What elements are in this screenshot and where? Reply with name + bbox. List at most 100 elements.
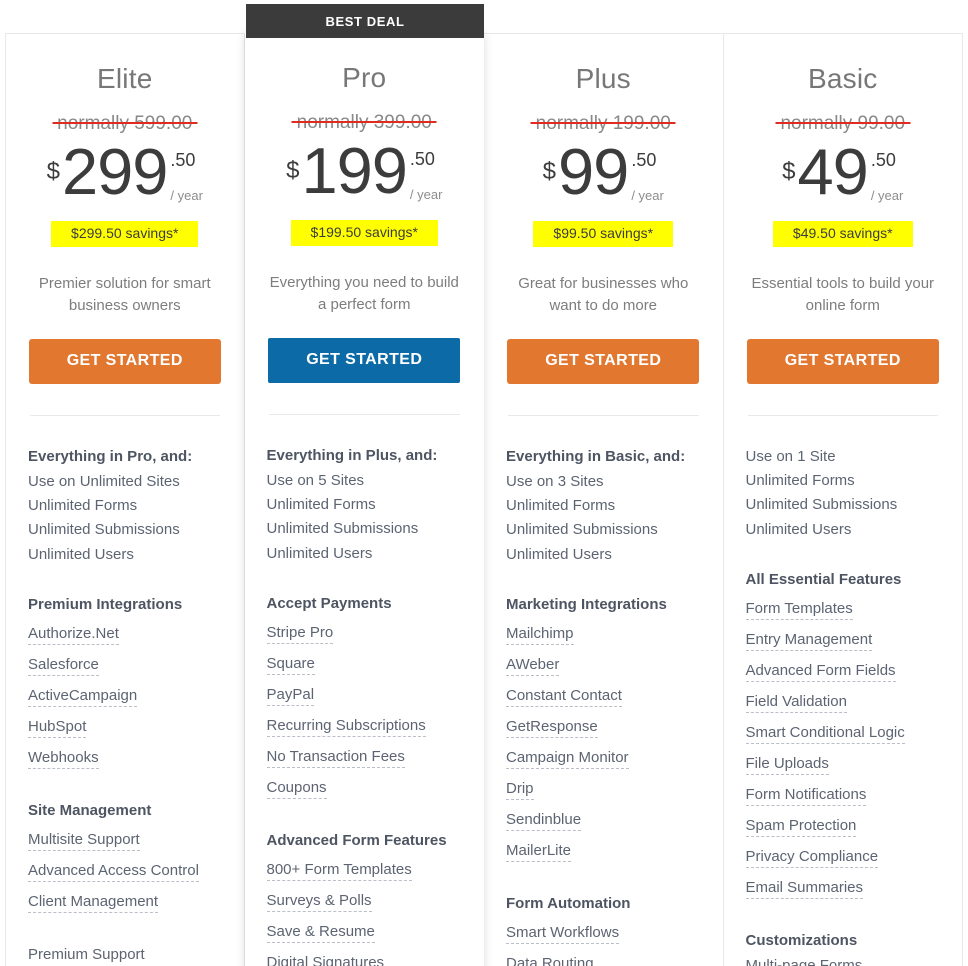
feature-item-link[interactable]: Authorize.Net <box>28 618 222 649</box>
feature-item: Use on Unlimited Sites <box>28 470 222 494</box>
feature-item-link[interactable]: Entry Management <box>745 624 941 655</box>
feature-group: Form Automation Smart Workflows Data Routi… <box>506 892 701 966</box>
get-started-button[interactable]: GET STARTED <box>507 338 700 384</box>
feature-item-link[interactable]: No Transaction Fees <box>266 741 463 772</box>
feature-item-link[interactable]: Digital Signatures <box>266 947 463 966</box>
savings-wrap: $299.50 savings* <box>24 220 226 248</box>
feature-item-link[interactable]: Field Validation <box>745 686 941 717</box>
feature-item-label: Unlimited Forms <box>745 472 855 490</box>
feature-item-label: Authorize.Net <box>28 624 119 645</box>
feature-item-link[interactable]: Spam Protection <box>745 810 941 841</box>
best-deal-banner: BEST DEAL <box>246 4 484 38</box>
feature-item-link[interactable]: ActiveCampaign <box>28 680 222 711</box>
price-amount: 99 <box>558 134 629 208</box>
feature-item-link[interactable]: MailerLite <box>506 835 701 866</box>
feature-item-label: Unlimited Users <box>506 545 612 563</box>
feature-group: Everything in Basic, and: Use on 3 Sites U… <box>506 445 701 567</box>
feature-item-link[interactable]: PayPal <box>266 679 463 710</box>
feature-item-link[interactable]: Privacy Compliance <box>745 841 941 872</box>
plan-description: Premier solution for smart business owne… <box>38 275 211 315</box>
price-cents: .50 <box>409 148 435 169</box>
feature-item-link[interactable]: Square <box>266 648 463 679</box>
feature-item-label: Unlimited Forms <box>506 497 616 515</box>
feature-item-label: Use on 5 Sites <box>266 471 365 489</box>
feature-item-link[interactable]: Multisite Support <box>28 824 222 855</box>
feature-item: Unlimited Forms <box>28 494 222 518</box>
strikethrough-line <box>530 122 676 125</box>
feature-group: Site Management Multisite Support Advanced… <box>28 799 222 917</box>
feature-item-label: Unlimited Users <box>28 545 134 563</box>
feature-item-link[interactable]: Advanced Access Control <box>28 855 222 886</box>
feature-item-link[interactable]: Constant Contact <box>506 680 701 711</box>
feature-list: Everything in Basic, and: Use on 3 Sites U… <box>502 445 705 966</box>
feature-item-link[interactable]: 800+ Form Templates <box>266 854 463 885</box>
feature-item-label: Advanced Form Fields <box>745 662 896 683</box>
feature-item-link[interactable]: File Uploads <box>745 748 941 779</box>
feature-item-link[interactable]: AWeber <box>506 649 701 680</box>
feature-group-heading: Advanced Form Features <box>266 832 447 850</box>
feature-item: Use on 5 Sites <box>267 469 463 493</box>
feature-item-label: Unlimited Submissions <box>28 521 180 539</box>
feature-group-heading: All Essential Features <box>745 570 902 588</box>
feature-item-link[interactable]: Form Notifications <box>745 779 941 810</box>
feature-item: Unlimited Forms <box>746 469 941 493</box>
feature-item-link[interactable]: Salesforce <box>28 649 222 680</box>
feature-item-link[interactable]: Save & Resume <box>266 916 463 947</box>
strikethrough-line <box>775 122 911 125</box>
get-started-button[interactable]: GET STARTED <box>746 338 939 384</box>
price-cents: .50 <box>631 149 657 170</box>
feature-group-heading: Everything in Plus, and: <box>266 446 438 464</box>
feature-item: Unlimited Submissions <box>28 518 222 542</box>
feature-item: Use on 1 Site <box>746 445 941 469</box>
feature-item-link[interactable]: Data Routing <box>506 948 701 966</box>
feature-item-link[interactable]: GetResponse <box>506 711 701 742</box>
feature-group-heading: Marketing Integrations <box>506 595 667 613</box>
billing-period: / year <box>170 187 203 203</box>
get-started-button[interactable]: GET STARTED <box>268 337 461 383</box>
feature-item-label: Sendinblue <box>506 811 582 832</box>
price-group: $299.50 / year <box>47 139 203 204</box>
feature-item: Unlimited Users <box>267 542 463 566</box>
section-divider <box>268 413 460 415</box>
savings-wrap: $99.50 savings* <box>502 220 705 248</box>
section-divider <box>508 414 699 416</box>
feature-item-link[interactable]: Mailchimp <box>506 618 701 649</box>
feature-item-link[interactable]: Recurring Subscriptions <box>266 710 463 741</box>
price-cents: .50 <box>870 149 896 170</box>
feature-item-link[interactable]: Stripe Pro <box>266 617 463 648</box>
feature-group-heading: Accept Payments <box>266 594 392 612</box>
feature-item-label: No Transaction Fees <box>266 748 405 769</box>
feature-item-label: Constant Contact <box>506 687 622 708</box>
feature-item-label: Unlimited Forms <box>266 496 376 514</box>
feature-item-link[interactable]: Email Summaries <box>745 872 941 903</box>
feature-item-link[interactable]: Webhooks <box>28 742 222 773</box>
feature-item-label: Entry Management <box>745 631 873 652</box>
feature-item-label: Unlimited Submissions <box>745 496 898 514</box>
feature-item-link[interactable]: HubSpot <box>28 711 222 742</box>
feature-group: Premium Support <box>28 943 222 966</box>
strikethrough-line <box>291 121 437 124</box>
feature-item-link[interactable]: Advanced Form Fields <box>745 655 941 686</box>
feature-item-link[interactable]: Drip <box>506 773 701 804</box>
feature-item-label: Client Management <box>28 893 159 914</box>
feature-item-link[interactable]: Coupons <box>266 772 463 803</box>
feature-item-link[interactable]: Surveys & Polls <box>266 885 463 916</box>
feature-item-link[interactable]: Smart Conditional Logic <box>745 717 941 748</box>
feature-item-link[interactable]: Client Management <box>28 886 222 917</box>
feature-item-label: Unlimited Submissions <box>506 521 658 539</box>
cta-wrap: GET STARTED <box>742 338 945 384</box>
cta-wrap: GET STARTED <box>502 338 705 384</box>
feature-item-label: Coupons <box>266 779 327 800</box>
feature-item-link[interactable]: Form Templates <box>745 593 941 624</box>
feature-item-link[interactable]: Sendinblue <box>506 804 701 835</box>
feature-item: Unlimited Submissions <box>506 518 701 542</box>
original-price: normally 399.00 <box>263 113 467 132</box>
savings-wrap: $199.50 savings* <box>263 219 467 247</box>
billing-period: / year <box>409 186 443 202</box>
get-started-button[interactable]: GET STARTED <box>28 338 221 384</box>
feature-item-link[interactable]: Campaign Monitor <box>506 742 701 773</box>
plan-card-elite: Elite normally 599.00 $299.50/ year $299.50… <box>5 33 245 966</box>
feature-item-label: Surveys & Polls <box>266 892 372 913</box>
feature-item-link[interactable]: Smart Workflows <box>506 917 701 948</box>
price-row: $49.50 / year <box>742 139 945 213</box>
